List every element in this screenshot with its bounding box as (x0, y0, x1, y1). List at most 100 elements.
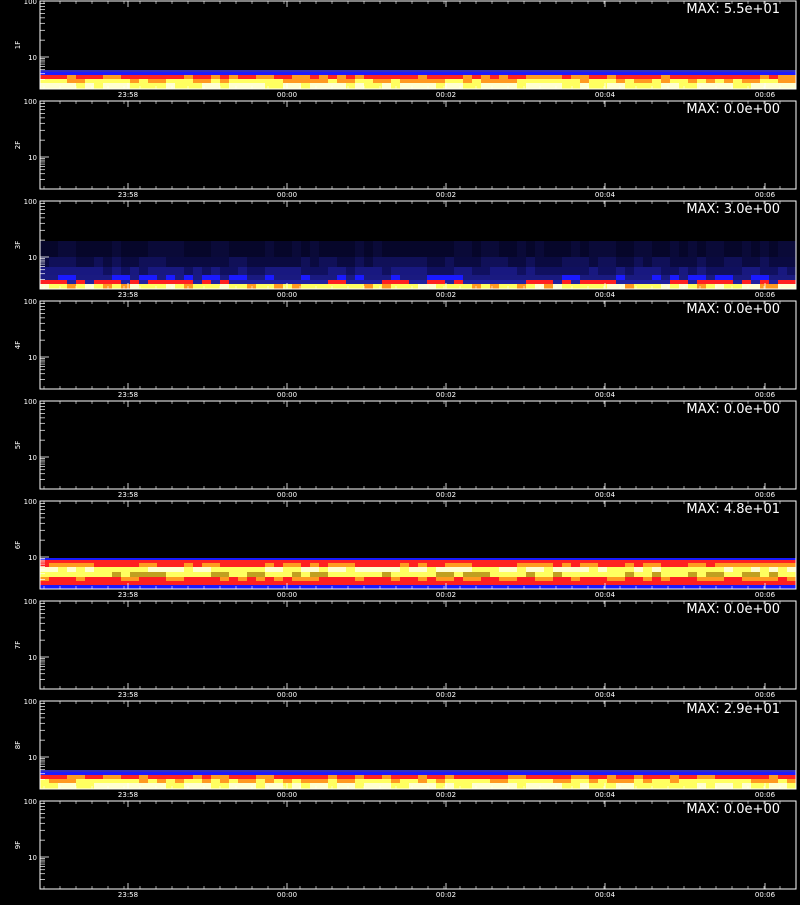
heatmap-cell (148, 563, 157, 567)
heatmap-cell (319, 70, 328, 72)
heatmap-cell (490, 563, 499, 567)
heatmap-cell (148, 585, 157, 589)
heatmap-cell (85, 783, 94, 789)
heatmap-cell (85, 280, 94, 284)
heatmap-cell (292, 775, 301, 779)
heatmap-cell (661, 783, 670, 789)
x-tick-label: 00:04 (595, 491, 616, 499)
heatmap-cell (220, 770, 229, 772)
heatmap-cell (166, 70, 175, 72)
heatmap-cell (526, 581, 535, 585)
heatmap-cell (571, 585, 580, 589)
heatmap-cell (499, 560, 508, 563)
heatmap-cell (724, 75, 733, 79)
heatmap-cell (112, 772, 121, 775)
heatmap-cell (400, 563, 409, 567)
heatmap-cell (661, 779, 670, 783)
heatmap-cell (454, 241, 463, 257)
heatmap-cell (364, 567, 373, 572)
heatmap-cell (544, 72, 553, 75)
heatmap-cell (265, 585, 274, 589)
heatmap-cell (463, 581, 472, 585)
heatmap-cell (481, 284, 490, 289)
heatmap-cell (400, 779, 409, 783)
heatmap-cell (580, 783, 589, 789)
heatmap-cell (778, 558, 787, 560)
heatmap-cell (490, 567, 499, 572)
heatmap-cell (139, 241, 148, 257)
heatmap-cell (472, 79, 481, 83)
heatmap-cell (283, 779, 292, 783)
heatmap-cell (274, 257, 283, 267)
heatmap-cell (319, 79, 328, 83)
heatmap-cell (49, 280, 58, 284)
heatmap-cell (652, 560, 661, 563)
heatmap-cell (535, 567, 544, 572)
heatmap-cell (751, 563, 760, 567)
heatmap-cell (157, 775, 166, 779)
heatmap-cell (490, 275, 499, 280)
heatmap-cell (157, 567, 166, 572)
heatmap-cell (481, 558, 490, 560)
heatmap-cell (670, 770, 679, 772)
heatmap-cell (220, 75, 229, 79)
heatmap-cell (301, 72, 310, 75)
heatmap-cell (85, 775, 94, 779)
heatmap-cell (688, 567, 697, 572)
heatmap-cell (526, 75, 535, 79)
heatmap-cell (688, 75, 697, 79)
heatmap-cell (103, 560, 112, 563)
heatmap-cell (274, 284, 283, 289)
heatmap-cell (589, 79, 598, 83)
heatmap-cell (688, 275, 697, 280)
y-axis-label: 2F (14, 141, 22, 149)
heatmap-cell (328, 79, 337, 83)
heatmap-cell (238, 75, 247, 79)
heatmap-cell (391, 581, 400, 585)
heatmap-cell (724, 779, 733, 783)
heatmap-cell (103, 775, 112, 779)
heatmap-cell (508, 775, 517, 779)
heatmap-cell (544, 79, 553, 83)
heatmap-cell (571, 779, 580, 783)
heatmap-cell (562, 284, 571, 289)
heatmap-cell (220, 585, 229, 589)
heatmap-cell (535, 779, 544, 783)
heatmap-cell (103, 567, 112, 572)
heatmap-cell (760, 563, 769, 567)
y-tick-label: 100 (24, 698, 37, 706)
heatmap-cell (742, 284, 751, 289)
heatmap-cell (553, 70, 562, 72)
heatmap-cell (409, 70, 418, 72)
heatmap-cell (733, 75, 742, 79)
heatmap-cell (292, 284, 301, 289)
heatmap-cell (220, 560, 229, 563)
heatmap-cell (517, 70, 526, 72)
heatmap-cell (643, 558, 652, 560)
heatmap-cell (400, 577, 409, 581)
heatmap-cell (157, 772, 166, 775)
x-tick-label: 00:02 (436, 791, 456, 799)
heatmap-cell (337, 280, 346, 284)
heatmap-cell (265, 280, 274, 284)
heatmap-cell (247, 560, 256, 563)
heatmap-cell (661, 280, 670, 284)
heatmap-cell (256, 770, 265, 772)
heatmap-cell (121, 70, 130, 72)
heatmap-cell (526, 563, 535, 567)
heatmap-cell (697, 83, 706, 89)
heatmap-cell (382, 257, 391, 267)
heatmap-cell (256, 257, 265, 267)
heatmap-cell (265, 581, 274, 585)
heatmap-cell (112, 241, 121, 257)
heatmap-cell (337, 581, 346, 585)
heatmap-cell (355, 585, 364, 589)
heatmap-cell (229, 267, 238, 275)
heatmap-cell (292, 72, 301, 75)
heatmap-cell (607, 241, 616, 257)
heatmap-cell (148, 770, 157, 772)
heatmap-cell (220, 70, 229, 72)
heatmap-cell (391, 779, 400, 783)
heatmap-cell (346, 280, 355, 284)
heatmap-cell (382, 783, 391, 789)
